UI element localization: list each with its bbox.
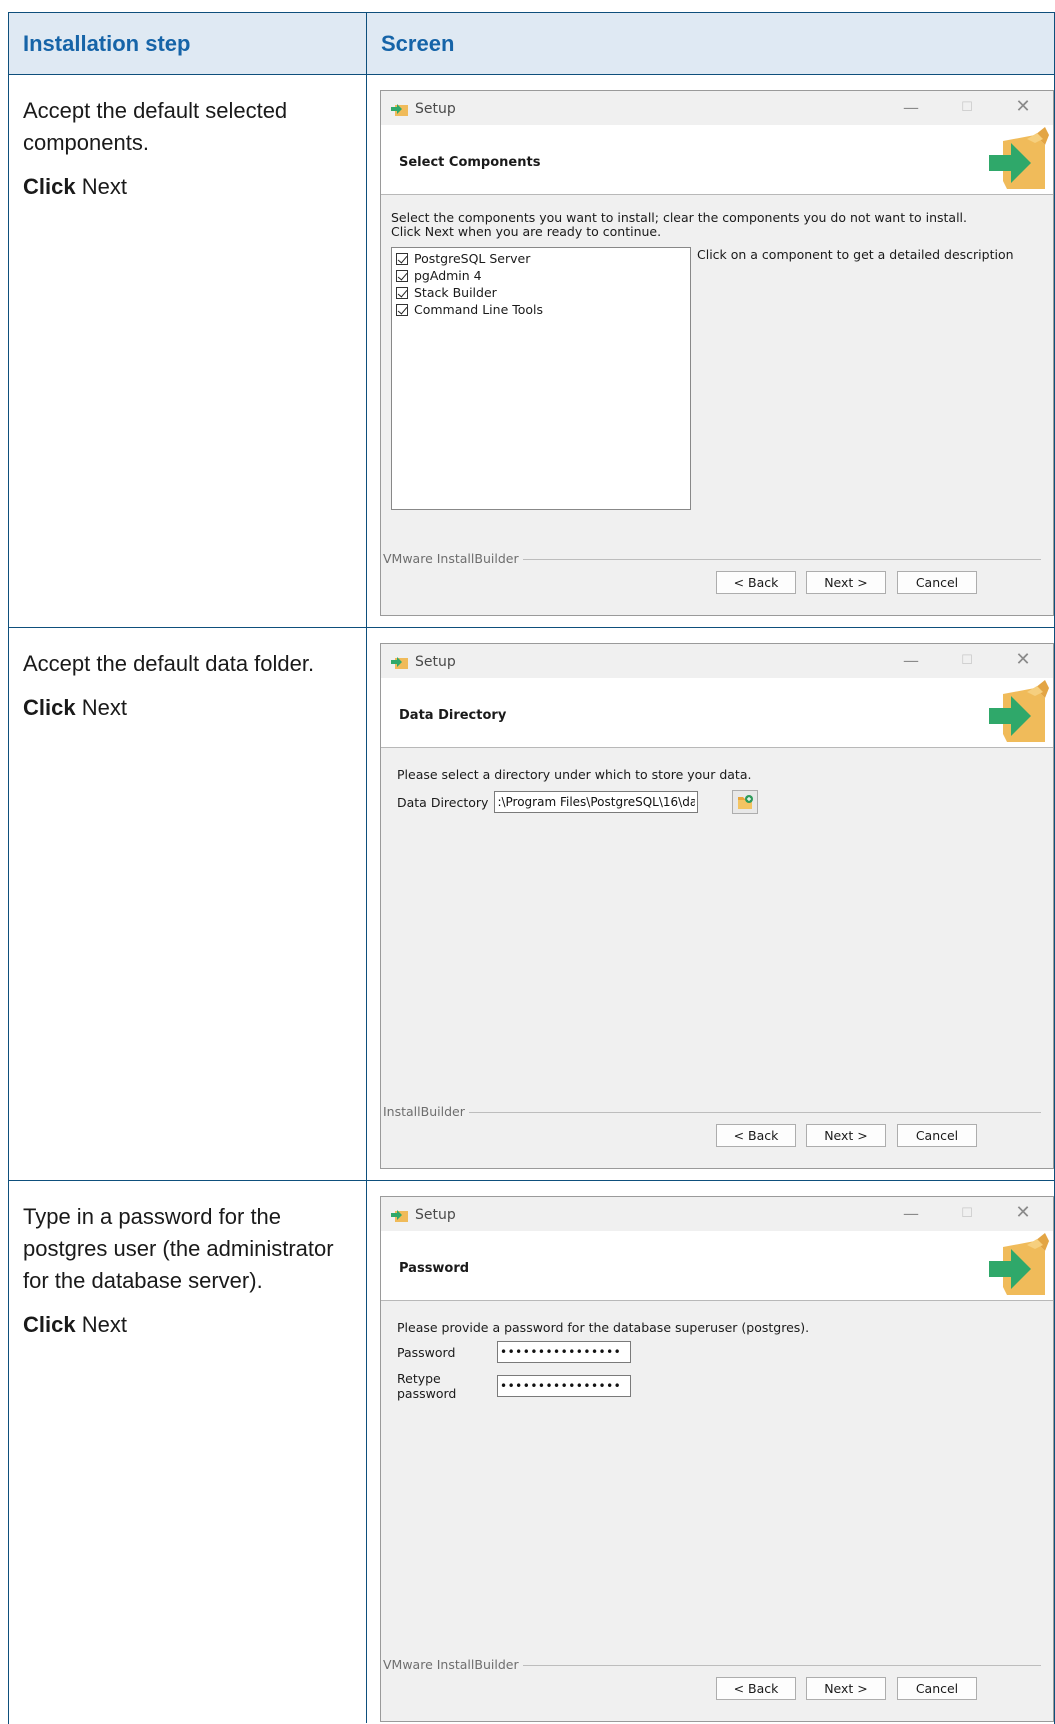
data-directory-input[interactable] xyxy=(494,791,699,813)
installbuilder-label: VMware InstallBuilder xyxy=(383,1657,523,1672)
page-title: Select Components xyxy=(399,155,541,170)
close-icon[interactable]: ✕ xyxy=(1011,649,1035,670)
setup-dialog-password: Setup — ☐ ✕ Password Please provide a pa… xyxy=(380,1196,1054,1722)
minimize-icon[interactable]: — xyxy=(899,1204,923,1223)
close-icon[interactable]: ✕ xyxy=(1011,96,1035,117)
setup-dialog-data-directory: Setup — ☐ ✕ Data Directory Please select… xyxy=(380,643,1054,1169)
retype-password-row: Retype password xyxy=(397,1371,631,1401)
dialog-footer: InstallBuilder < Back Next > Cancel xyxy=(381,1104,1053,1168)
dialog-footer: VMware InstallBuilder < Back Next > Canc… xyxy=(381,551,1053,615)
click-word: Click xyxy=(23,174,76,199)
click-word: Click xyxy=(23,1312,76,1337)
component-item[interactable]: PostgreSQL Server xyxy=(396,250,686,267)
step-3-description: Type in a password for the postgres user… xyxy=(23,1204,334,1293)
setup-app-icon xyxy=(391,657,408,669)
click-target: Next xyxy=(81,695,127,720)
click-target: Next xyxy=(81,174,127,199)
dialog-footer: VMware InstallBuilder < Back Next > Canc… xyxy=(381,1657,1053,1721)
component-item[interactable]: Command Line Tools xyxy=(396,301,686,318)
checkbox-checked[interactable] xyxy=(396,252,408,265)
header-screen-text: Screen xyxy=(381,30,455,56)
data-directory-intro: Please select a directory under which to… xyxy=(397,767,752,782)
components-body: Select the components you want to instal… xyxy=(381,195,1053,565)
components-list[interactable]: PostgreSQL Server pgAdmin 4 Stack Builde… xyxy=(391,247,691,510)
minimize-icon[interactable]: — xyxy=(899,651,923,670)
footer-divider xyxy=(383,1112,1041,1113)
banner: Data Directory xyxy=(381,678,1053,748)
password-body: Please provide a password for the databa… xyxy=(381,1301,1053,1671)
setup-app-icon xyxy=(391,1210,408,1222)
banner: Select Components xyxy=(381,125,1053,195)
step-1-screen: Setup — ☐ ✕ Select Components Select the… xyxy=(367,75,1054,628)
data-directory-label: Data Directory xyxy=(397,794,489,810)
next-button[interactable]: Next > xyxy=(806,1124,886,1147)
password-label: Password xyxy=(397,1344,456,1360)
data-directory-body: Please select a directory under which to… xyxy=(381,748,1053,1118)
step-3-click: Click Next xyxy=(23,1309,352,1341)
maximize-icon[interactable]: ☐ xyxy=(955,100,979,115)
installation-table: Installation step Screen Accept the defa… xyxy=(8,12,1055,1724)
checkbox-checked[interactable] xyxy=(396,286,408,299)
setup-app-icon xyxy=(391,104,408,116)
maximize-icon[interactable]: ☐ xyxy=(955,1206,979,1221)
password-input[interactable] xyxy=(497,1341,631,1363)
cancel-button[interactable]: Cancel xyxy=(897,1677,977,1700)
password-intro: Please provide a password for the databa… xyxy=(397,1320,810,1335)
cancel-button[interactable]: Cancel xyxy=(897,1124,977,1147)
header-screen: Screen xyxy=(367,13,1054,75)
component-item[interactable]: pgAdmin 4 xyxy=(396,267,686,284)
maximize-icon[interactable]: ☐ xyxy=(955,653,979,668)
component-item[interactable]: Stack Builder xyxy=(396,284,686,301)
checkbox-checked[interactable] xyxy=(396,269,408,282)
click-target: Next xyxy=(81,1312,127,1337)
components-intro: Select the components you want to instal… xyxy=(391,210,967,239)
step-2-click: Click Next xyxy=(23,692,352,724)
back-button[interactable]: < Back xyxy=(716,1124,796,1147)
folder-icon xyxy=(738,795,754,809)
installbuilder-label: InstallBuilder xyxy=(383,1104,469,1119)
data-directory-row: Data Directory xyxy=(397,790,759,814)
back-button[interactable]: < Back xyxy=(716,571,796,594)
minimize-icon[interactable]: — xyxy=(899,98,923,117)
window-title: Setup xyxy=(415,101,456,117)
next-button[interactable]: Next > xyxy=(806,1677,886,1700)
installer-box-icon xyxy=(989,1233,1049,1295)
retype-password-label: Retype password xyxy=(397,1371,457,1401)
step-2-description: Accept the default data folder. xyxy=(23,651,315,676)
click-word: Click xyxy=(23,695,76,720)
step-1-description: Accept the default selected components. xyxy=(23,98,288,155)
installer-box-icon xyxy=(989,680,1049,742)
header-step-text: Installation step xyxy=(23,30,191,56)
step-1-click: Click Next xyxy=(23,171,352,203)
checkbox-checked[interactable] xyxy=(396,303,408,316)
browse-folder-button[interactable] xyxy=(732,790,759,814)
step-2-instructions: Accept the default data folder. Click Ne… xyxy=(9,628,367,1181)
titlebar: Setup — ☐ ✕ xyxy=(381,91,1053,125)
installbuilder-label: VMware InstallBuilder xyxy=(383,551,523,566)
titlebar: Setup — ☐ ✕ xyxy=(381,644,1053,678)
page-title: Data Directory xyxy=(399,708,507,723)
step-1-instructions: Accept the default selected components. … xyxy=(9,75,367,628)
close-icon[interactable]: ✕ xyxy=(1011,1202,1035,1223)
step-3-instructions: Type in a password for the postgres user… xyxy=(9,1181,367,1723)
setup-dialog-components: Setup — ☐ ✕ Select Components Select the… xyxy=(380,90,1054,616)
password-row: Password xyxy=(397,1341,631,1363)
step-2-screen: Setup — ☐ ✕ Data Directory Please select… xyxy=(367,628,1054,1181)
retype-password-input[interactable] xyxy=(497,1375,631,1397)
header-installation-step: Installation step xyxy=(9,13,367,75)
next-button[interactable]: Next > xyxy=(806,571,886,594)
cancel-button[interactable]: Cancel xyxy=(897,571,977,594)
page-title: Password xyxy=(399,1261,470,1276)
installer-box-icon xyxy=(989,127,1049,189)
back-button[interactable]: < Back xyxy=(716,1677,796,1700)
titlebar: Setup — ☐ ✕ xyxy=(381,1197,1053,1231)
banner: Password xyxy=(381,1231,1053,1301)
component-description: Click on a component to get a detailed d… xyxy=(697,247,1014,262)
window-title: Setup xyxy=(415,1207,456,1223)
window-title: Setup xyxy=(415,654,456,670)
step-3-screen: Setup — ☐ ✕ Password Please provide a pa… xyxy=(367,1181,1054,1723)
